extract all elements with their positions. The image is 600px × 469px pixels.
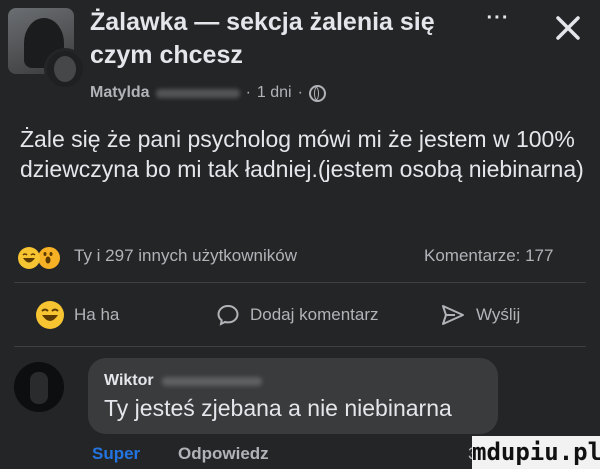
add-comment-button[interactable]: Dodaj komentarz <box>216 296 379 334</box>
watermark: mdupiu.pl <box>472 436 600 469</box>
globe-icon <box>308 84 326 102</box>
blurred-surname <box>155 88 240 98</box>
author-avatar[interactable] <box>44 48 86 90</box>
comment-label: Dodaj komentarz <box>250 305 379 324</box>
blurred-surname <box>161 376 262 386</box>
reaction-label: Ha ha <box>74 305 120 324</box>
post-meta: Matylda · 1 dni · <box>90 84 326 102</box>
divider <box>14 346 586 347</box>
post-author[interactable]: Matylda <box>90 84 150 102</box>
meta-separator: · <box>245 84 251 101</box>
send-button[interactable]: Wyślij <box>440 296 520 334</box>
close-button[interactable] <box>552 12 584 44</box>
reactions-text[interactable]: Ty i 297 innych użytkowników <box>74 246 297 266</box>
comment-like-button[interactable]: Super <box>92 444 140 464</box>
more-icon: ··· <box>486 7 510 29</box>
commenter-name[interactable]: Wiktor <box>104 372 154 390</box>
post-text: Żale się że pani psycholog mówi mi że je… <box>20 126 584 182</box>
comment-text: Ty jesteś zjebana a nie niebinarna <box>104 395 452 421</box>
group-title[interactable]: Żalawka — sekcja żalenia się czym chcesz <box>90 6 450 72</box>
send-icon <box>442 305 464 325</box>
commenter-avatar[interactable] <box>14 362 64 412</box>
comment-reply-button[interactable]: Odpowiedz <box>178 444 269 464</box>
haha-reaction-icon <box>18 247 40 269</box>
reactions-summary[interactable] <box>18 245 62 271</box>
send-label: Wyślij <box>476 305 521 324</box>
meta-separator: · <box>297 84 303 101</box>
commenter-avatar-figure <box>30 372 48 404</box>
comments-count[interactable]: Komentarze: 177 <box>424 246 553 266</box>
commenter-name-row: Wiktor <box>104 372 262 390</box>
comment-icon <box>217 304 239 326</box>
post-time[interactable]: 1 dni <box>257 84 292 102</box>
author-avatar-figure <box>54 56 76 82</box>
close-icon <box>556 16 580 40</box>
more-button[interactable]: ··· <box>478 8 518 38</box>
haha-icon <box>36 301 64 329</box>
reaction-button[interactable]: Ha ha <box>36 296 119 334</box>
divider <box>14 282 586 283</box>
